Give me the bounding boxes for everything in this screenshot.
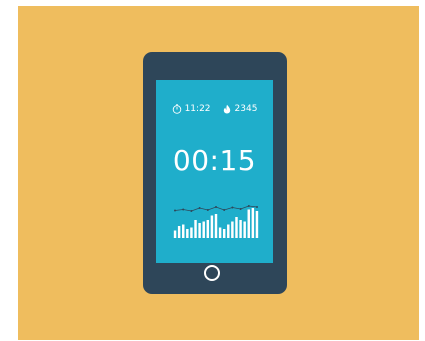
- chart-bar: [231, 221, 234, 238]
- chart-bar: [255, 211, 259, 238]
- chart-bar: [173, 230, 177, 238]
- status-time: 11:22: [184, 104, 211, 114]
- chart-trend-point: [198, 207, 201, 209]
- chart-trend-point: [182, 208, 185, 211]
- chart-bar: [206, 220, 210, 238]
- stopwatch-icon: [172, 104, 182, 114]
- chart-bar: [210, 215, 214, 238]
- status-row: 11:22 2345: [156, 103, 273, 115]
- phone-screen: 11:22 2345 00:15: [156, 80, 273, 263]
- chart-bar: [214, 214, 218, 238]
- chart-trend-point: [256, 206, 258, 208]
- chart-bar: [177, 226, 181, 238]
- chart-trend-point: [239, 208, 242, 210]
- chart-bar: [247, 209, 250, 238]
- chart-trend-point: [206, 209, 209, 211]
- chart-bar: [194, 220, 197, 238]
- chart-bar: [235, 217, 238, 238]
- chart-bar: [202, 221, 205, 238]
- chart-bar: [182, 224, 185, 238]
- timer-display: 00:15: [172, 144, 257, 177]
- status-calories: 2345: [234, 104, 258, 114]
- chart-bar: [190, 227, 193, 238]
- chart-bar: [243, 221, 246, 238]
- chart-trend-point: [190, 210, 193, 212]
- chart-trend-point: [231, 206, 234, 209]
- chart-bar: [218, 227, 222, 238]
- chart-bar: [186, 229, 189, 238]
- chart-trend-point: [215, 206, 217, 208]
- chart-bar: [198, 223, 201, 238]
- flame-icon: [222, 104, 232, 114]
- chart-trend-point: [223, 209, 226, 211]
- chart-bar: [251, 208, 255, 238]
- home-button[interactable]: [204, 265, 220, 281]
- activity-chart: [173, 205, 259, 238]
- chart-bar: [222, 229, 226, 238]
- chart-trend-point: [174, 209, 176, 212]
- chart-bar: [239, 220, 242, 238]
- chart-bar: [227, 224, 230, 238]
- chart-trend-point: [247, 205, 250, 207]
